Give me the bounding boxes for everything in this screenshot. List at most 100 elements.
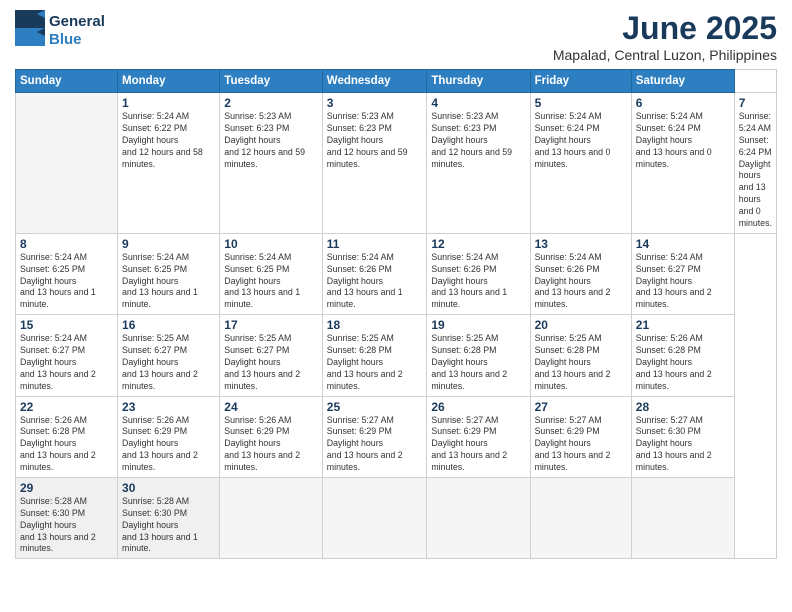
day-number: 3 [327, 96, 423, 110]
day-number: 7 [739, 96, 772, 110]
table-row: 3 Sunrise: 5:23 AM Sunset: 6:23 PM Dayli… [322, 93, 427, 234]
table-row: 15 Sunrise: 5:24 AM Sunset: 6:27 PM Dayl… [16, 315, 118, 396]
table-row: 7 Sunrise: 5:24 AM Sunset: 6:24 PM Dayli… [734, 93, 776, 234]
table-row: 29 Sunrise: 5:28 AM Sunset: 6:30 PM Dayl… [16, 477, 118, 558]
calendar-week-3: 15 Sunrise: 5:24 AM Sunset: 6:27 PM Dayl… [16, 315, 777, 396]
col-wednesday: Wednesday [322, 70, 427, 93]
day-info: Sunrise: 5:28 AM Sunset: 6:30 PM Dayligh… [122, 496, 215, 555]
table-row [322, 477, 427, 558]
table-row: 14 Sunrise: 5:24 AM Sunset: 6:27 PM Dayl… [631, 233, 734, 314]
page-header: General Blue June 2025 Mapalad, Central … [15, 10, 777, 63]
logo-line2: Blue [49, 31, 105, 49]
day-info: Sunrise: 5:27 AM Sunset: 6:29 PM Dayligh… [431, 415, 525, 474]
day-number: 4 [431, 96, 525, 110]
day-info: Sunrise: 5:23 AM Sunset: 6:23 PM Dayligh… [327, 111, 423, 170]
table-row: 6 Sunrise: 5:24 AM Sunset: 6:24 PM Dayli… [631, 93, 734, 234]
day-number: 12 [431, 237, 525, 251]
day-info: Sunrise: 5:25 AM Sunset: 6:27 PM Dayligh… [224, 333, 318, 392]
calendar-table: Sunday Monday Tuesday Wednesday Thursday… [15, 69, 777, 559]
day-info: Sunrise: 5:24 AM Sunset: 6:27 PM Dayligh… [636, 252, 730, 311]
day-number: 27 [535, 400, 627, 414]
month-title: June 2025 [553, 10, 777, 47]
table-row: 1 Sunrise: 5:24 AM Sunset: 6:22 PM Dayli… [118, 93, 220, 234]
table-row: 12 Sunrise: 5:24 AM Sunset: 6:26 PM Dayl… [427, 233, 530, 314]
day-number: 26 [431, 400, 525, 414]
day-number: 20 [535, 318, 627, 332]
calendar-week-5: 29 Sunrise: 5:28 AM Sunset: 6:30 PM Dayl… [16, 477, 777, 558]
day-number: 24 [224, 400, 318, 414]
table-row: 18 Sunrise: 5:25 AM Sunset: 6:28 PM Dayl… [322, 315, 427, 396]
day-number: 13 [535, 237, 627, 251]
table-row: 26 Sunrise: 5:27 AM Sunset: 6:29 PM Dayl… [427, 396, 530, 477]
title-block: June 2025 Mapalad, Central Luzon, Philip… [553, 10, 777, 63]
day-info: Sunrise: 5:24 AM Sunset: 6:22 PM Dayligh… [122, 111, 215, 170]
table-row: 24 Sunrise: 5:26 AM Sunset: 6:29 PM Dayl… [220, 396, 323, 477]
day-info: Sunrise: 5:26 AM Sunset: 6:28 PM Dayligh… [636, 333, 730, 392]
col-sunday: Sunday [16, 70, 118, 93]
table-row: 28 Sunrise: 5:27 AM Sunset: 6:30 PM Dayl… [631, 396, 734, 477]
table-row: 8 Sunrise: 5:24 AM Sunset: 6:25 PM Dayli… [16, 233, 118, 314]
col-tuesday: Tuesday [220, 70, 323, 93]
day-number: 11 [327, 237, 423, 251]
logo: General Blue [15, 10, 105, 51]
table-row: 4 Sunrise: 5:23 AM Sunset: 6:23 PM Dayli… [427, 93, 530, 234]
table-row [427, 477, 530, 558]
table-row: 27 Sunrise: 5:27 AM Sunset: 6:29 PM Dayl… [530, 396, 631, 477]
day-info: Sunrise: 5:24 AM Sunset: 6:25 PM Dayligh… [224, 252, 318, 311]
col-monday: Monday [118, 70, 220, 93]
day-number: 23 [122, 400, 215, 414]
day-info: Sunrise: 5:26 AM Sunset: 6:29 PM Dayligh… [122, 415, 215, 474]
day-number: 28 [636, 400, 730, 414]
day-number: 19 [431, 318, 525, 332]
table-row: 11 Sunrise: 5:24 AM Sunset: 6:26 PM Dayl… [322, 233, 427, 314]
table-row: 19 Sunrise: 5:25 AM Sunset: 6:28 PM Dayl… [427, 315, 530, 396]
day-number: 8 [20, 237, 113, 251]
calendar-week-1: 1 Sunrise: 5:24 AM Sunset: 6:22 PM Dayli… [16, 93, 777, 234]
day-number: 14 [636, 237, 730, 251]
table-row: 25 Sunrise: 5:27 AM Sunset: 6:29 PM Dayl… [322, 396, 427, 477]
day-info: Sunrise: 5:24 AM Sunset: 6:24 PM Dayligh… [636, 111, 730, 170]
day-number: 29 [20, 481, 113, 495]
day-info: Sunrise: 5:24 AM Sunset: 6:26 PM Dayligh… [431, 252, 525, 311]
day-number: 21 [636, 318, 730, 332]
table-row: 21 Sunrise: 5:26 AM Sunset: 6:28 PM Dayl… [631, 315, 734, 396]
table-row: 22 Sunrise: 5:26 AM Sunset: 6:28 PM Dayl… [16, 396, 118, 477]
col-friday: Friday [530, 70, 631, 93]
logo-icon [15, 10, 45, 46]
day-number: 25 [327, 400, 423, 414]
day-number: 22 [20, 400, 113, 414]
col-saturday: Saturday [631, 70, 734, 93]
table-row: 23 Sunrise: 5:26 AM Sunset: 6:29 PM Dayl… [118, 396, 220, 477]
day-info: Sunrise: 5:24 AM Sunset: 6:27 PM Dayligh… [20, 333, 113, 392]
day-info: Sunrise: 5:23 AM Sunset: 6:23 PM Dayligh… [431, 111, 525, 170]
day-number: 16 [122, 318, 215, 332]
day-info: Sunrise: 5:27 AM Sunset: 6:29 PM Dayligh… [535, 415, 627, 474]
day-number: 15 [20, 318, 113, 332]
day-number: 6 [636, 96, 730, 110]
day-number: 9 [122, 237, 215, 251]
day-number: 30 [122, 481, 215, 495]
day-info: Sunrise: 5:24 AM Sunset: 6:24 PM Dayligh… [739, 111, 772, 230]
col-thursday: Thursday [427, 70, 530, 93]
header-row: Sunday Monday Tuesday Wednesday Thursday… [16, 70, 777, 93]
calendar-week-2: 8 Sunrise: 5:24 AM Sunset: 6:25 PM Dayli… [16, 233, 777, 314]
day-number: 2 [224, 96, 318, 110]
day-info: Sunrise: 5:24 AM Sunset: 6:25 PM Dayligh… [20, 252, 113, 311]
table-row: 30 Sunrise: 5:28 AM Sunset: 6:30 PM Dayl… [118, 477, 220, 558]
table-row: 17 Sunrise: 5:25 AM Sunset: 6:27 PM Dayl… [220, 315, 323, 396]
table-row: 13 Sunrise: 5:24 AM Sunset: 6:26 PM Dayl… [530, 233, 631, 314]
day-info: Sunrise: 5:25 AM Sunset: 6:28 PM Dayligh… [535, 333, 627, 392]
calendar-page: General Blue June 2025 Mapalad, Central … [0, 0, 792, 612]
table-row [631, 477, 734, 558]
day-info: Sunrise: 5:24 AM Sunset: 6:26 PM Dayligh… [327, 252, 423, 311]
day-info: Sunrise: 5:26 AM Sunset: 6:28 PM Dayligh… [20, 415, 113, 474]
day-info: Sunrise: 5:25 AM Sunset: 6:28 PM Dayligh… [327, 333, 423, 392]
day-info: Sunrise: 5:24 AM Sunset: 6:24 PM Dayligh… [535, 111, 627, 170]
day-info: Sunrise: 5:24 AM Sunset: 6:25 PM Dayligh… [122, 252, 215, 311]
table-row: 10 Sunrise: 5:24 AM Sunset: 6:25 PM Dayl… [220, 233, 323, 314]
day-info: Sunrise: 5:23 AM Sunset: 6:23 PM Dayligh… [224, 111, 318, 170]
day-info: Sunrise: 5:28 AM Sunset: 6:30 PM Dayligh… [20, 496, 113, 555]
logo-line1: General [49, 13, 105, 31]
table-row [530, 477, 631, 558]
location-title: Mapalad, Central Luzon, Philippines [553, 47, 777, 63]
